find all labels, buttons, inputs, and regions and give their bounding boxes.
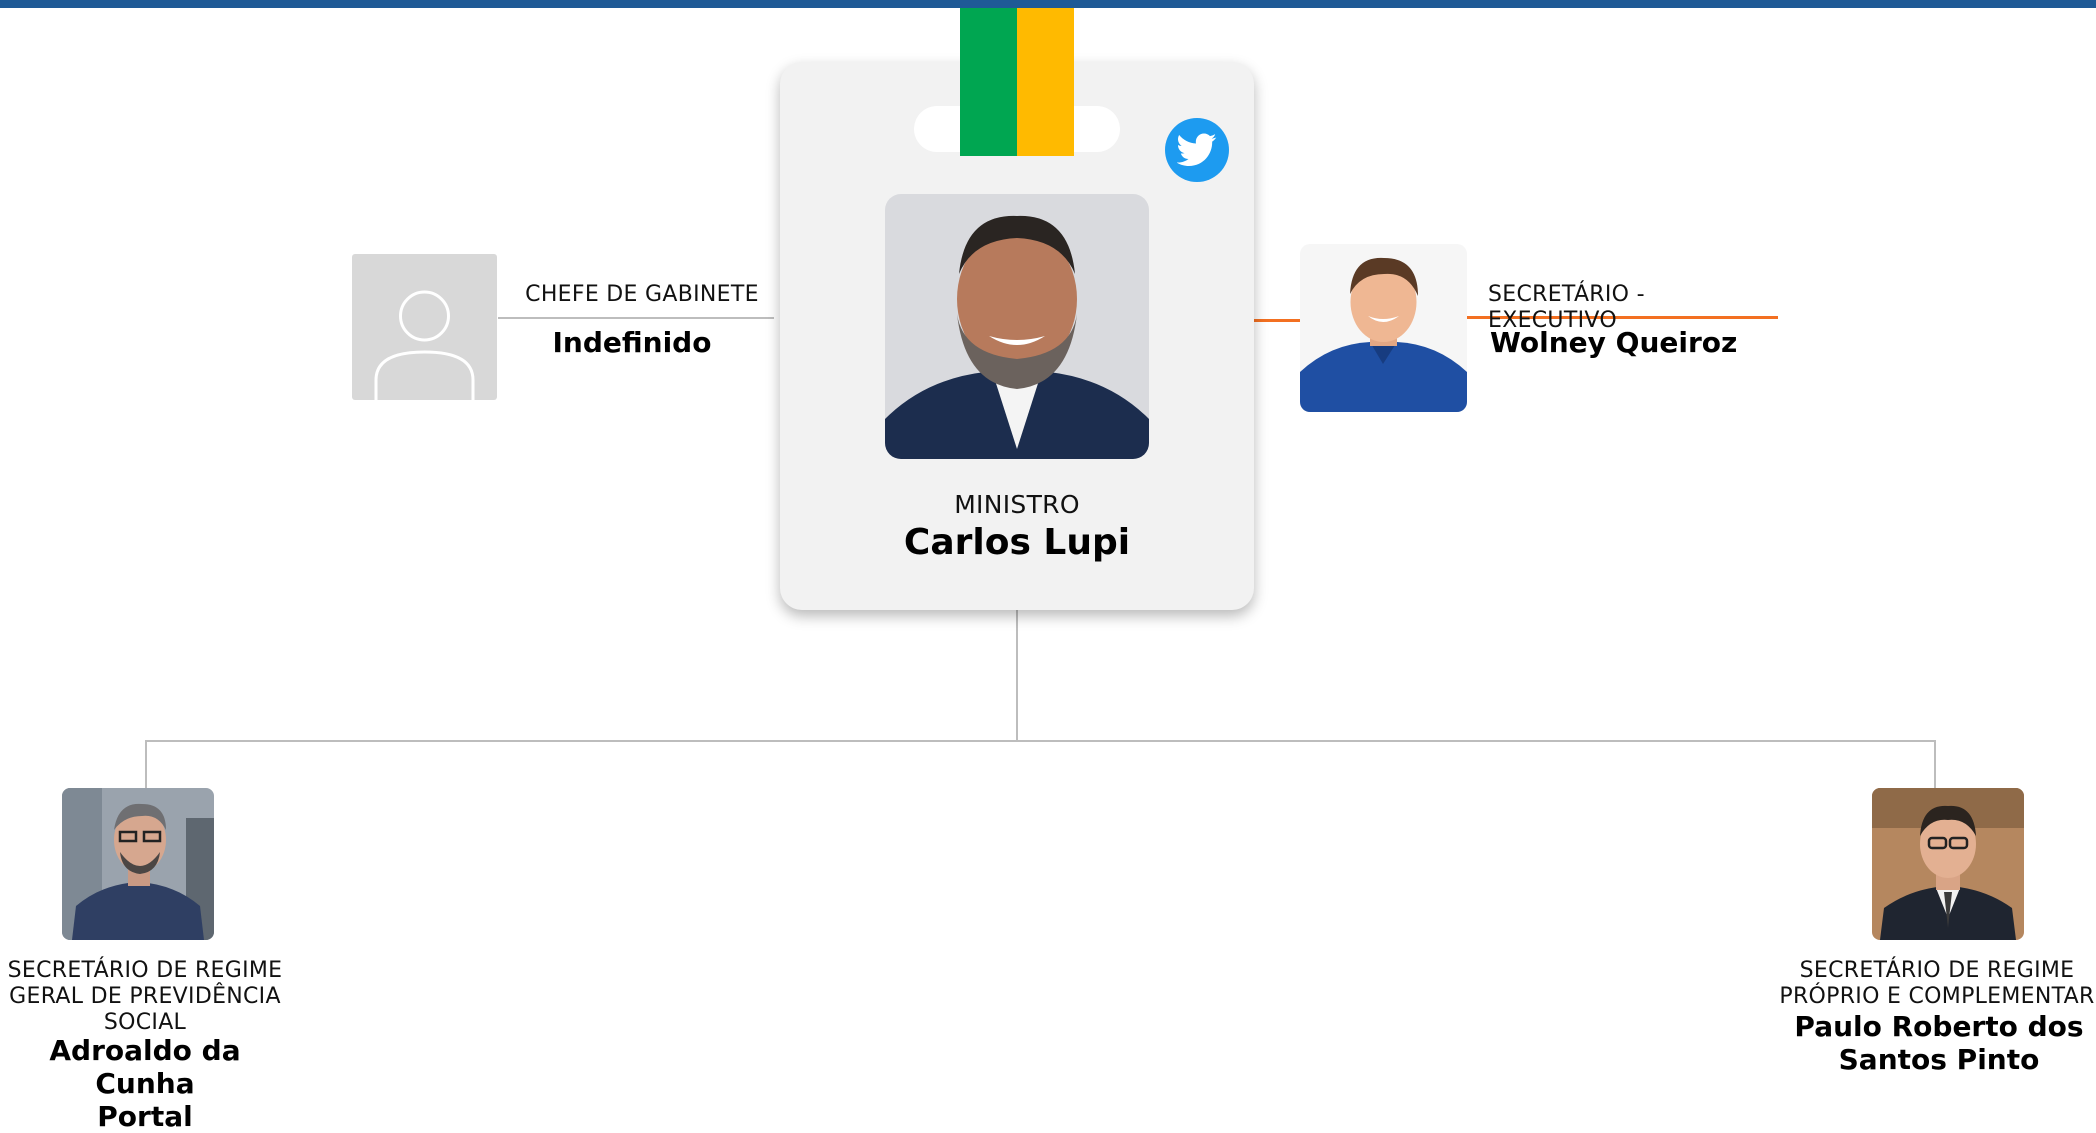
secretary-rgps-role-line-3: SOCIAL xyxy=(103,1009,187,1035)
secretary-rppc-role: SECRETÁRIO DE REGIME PRÓPRIO E COMPLEMEN… xyxy=(1778,958,2096,1010)
secretary-rgps-photo xyxy=(62,788,214,940)
secretary-rgps-role-line-1: SECRETÁRIO DE REGIME xyxy=(7,958,283,983)
secretary-rgps-role: SECRETÁRIO DE REGIME GERAL DE PREVIDÊNCI… xyxy=(0,958,290,1036)
secretary-rgps-name: Adroaldo da Cunha Portal xyxy=(0,1034,290,1133)
connector-left-drop xyxy=(145,740,147,788)
secretary-rppc-name-line-2: Santos Pinto xyxy=(1838,1043,2040,1077)
connector-executive xyxy=(1254,319,1300,322)
secretary-rppc-role-line-1: SECRETÁRIO DE REGIME xyxy=(1799,958,2075,983)
connector-right-drop xyxy=(1934,740,1936,788)
lanyard-green-stripe xyxy=(960,8,1017,156)
secretary-rppc-name-line-1: Paulo Roberto dos xyxy=(1794,1010,2084,1043)
connector-horizontal xyxy=(145,740,1936,742)
connector-minister-down xyxy=(1016,610,1018,742)
chief-of-staff-name: Indefinido xyxy=(552,326,712,359)
secretary-rgps-role-line-2: GERAL DE PREVIDÊNCIA xyxy=(9,983,281,1009)
twitter-bird-glyph xyxy=(1177,133,1217,166)
chief-of-staff-photo xyxy=(352,254,497,400)
executive-secretary-name: Wolney Queiroz xyxy=(1490,326,1738,359)
minister-role: MINISTRO xyxy=(954,490,1080,519)
secretary-rppc-name: Paulo Roberto dos Santos Pinto xyxy=(1780,1010,2096,1076)
minister-photo xyxy=(885,194,1149,459)
connector-chief xyxy=(498,317,774,319)
lanyard-yellow-stripe xyxy=(1017,8,1074,156)
top-bar xyxy=(0,0,2096,8)
chief-of-staff-role: CHEFE DE GABINETE xyxy=(525,282,759,307)
secretary-rgps-name-line-2: Portal xyxy=(97,1100,193,1133)
secretary-rppc-role-line-2: PRÓPRIO E COMPLEMENTAR xyxy=(1779,983,2095,1009)
person-placeholder-icon xyxy=(352,254,497,400)
secretary-rgps-name-line-1: Adroaldo da Cunha xyxy=(49,1034,241,1101)
secretary-rppc-photo xyxy=(1872,788,2024,940)
executive-secretary-photo xyxy=(1300,244,1467,412)
minister-name: Carlos Lupi xyxy=(903,522,1131,563)
twitter-icon[interactable] xyxy=(1165,118,1229,182)
